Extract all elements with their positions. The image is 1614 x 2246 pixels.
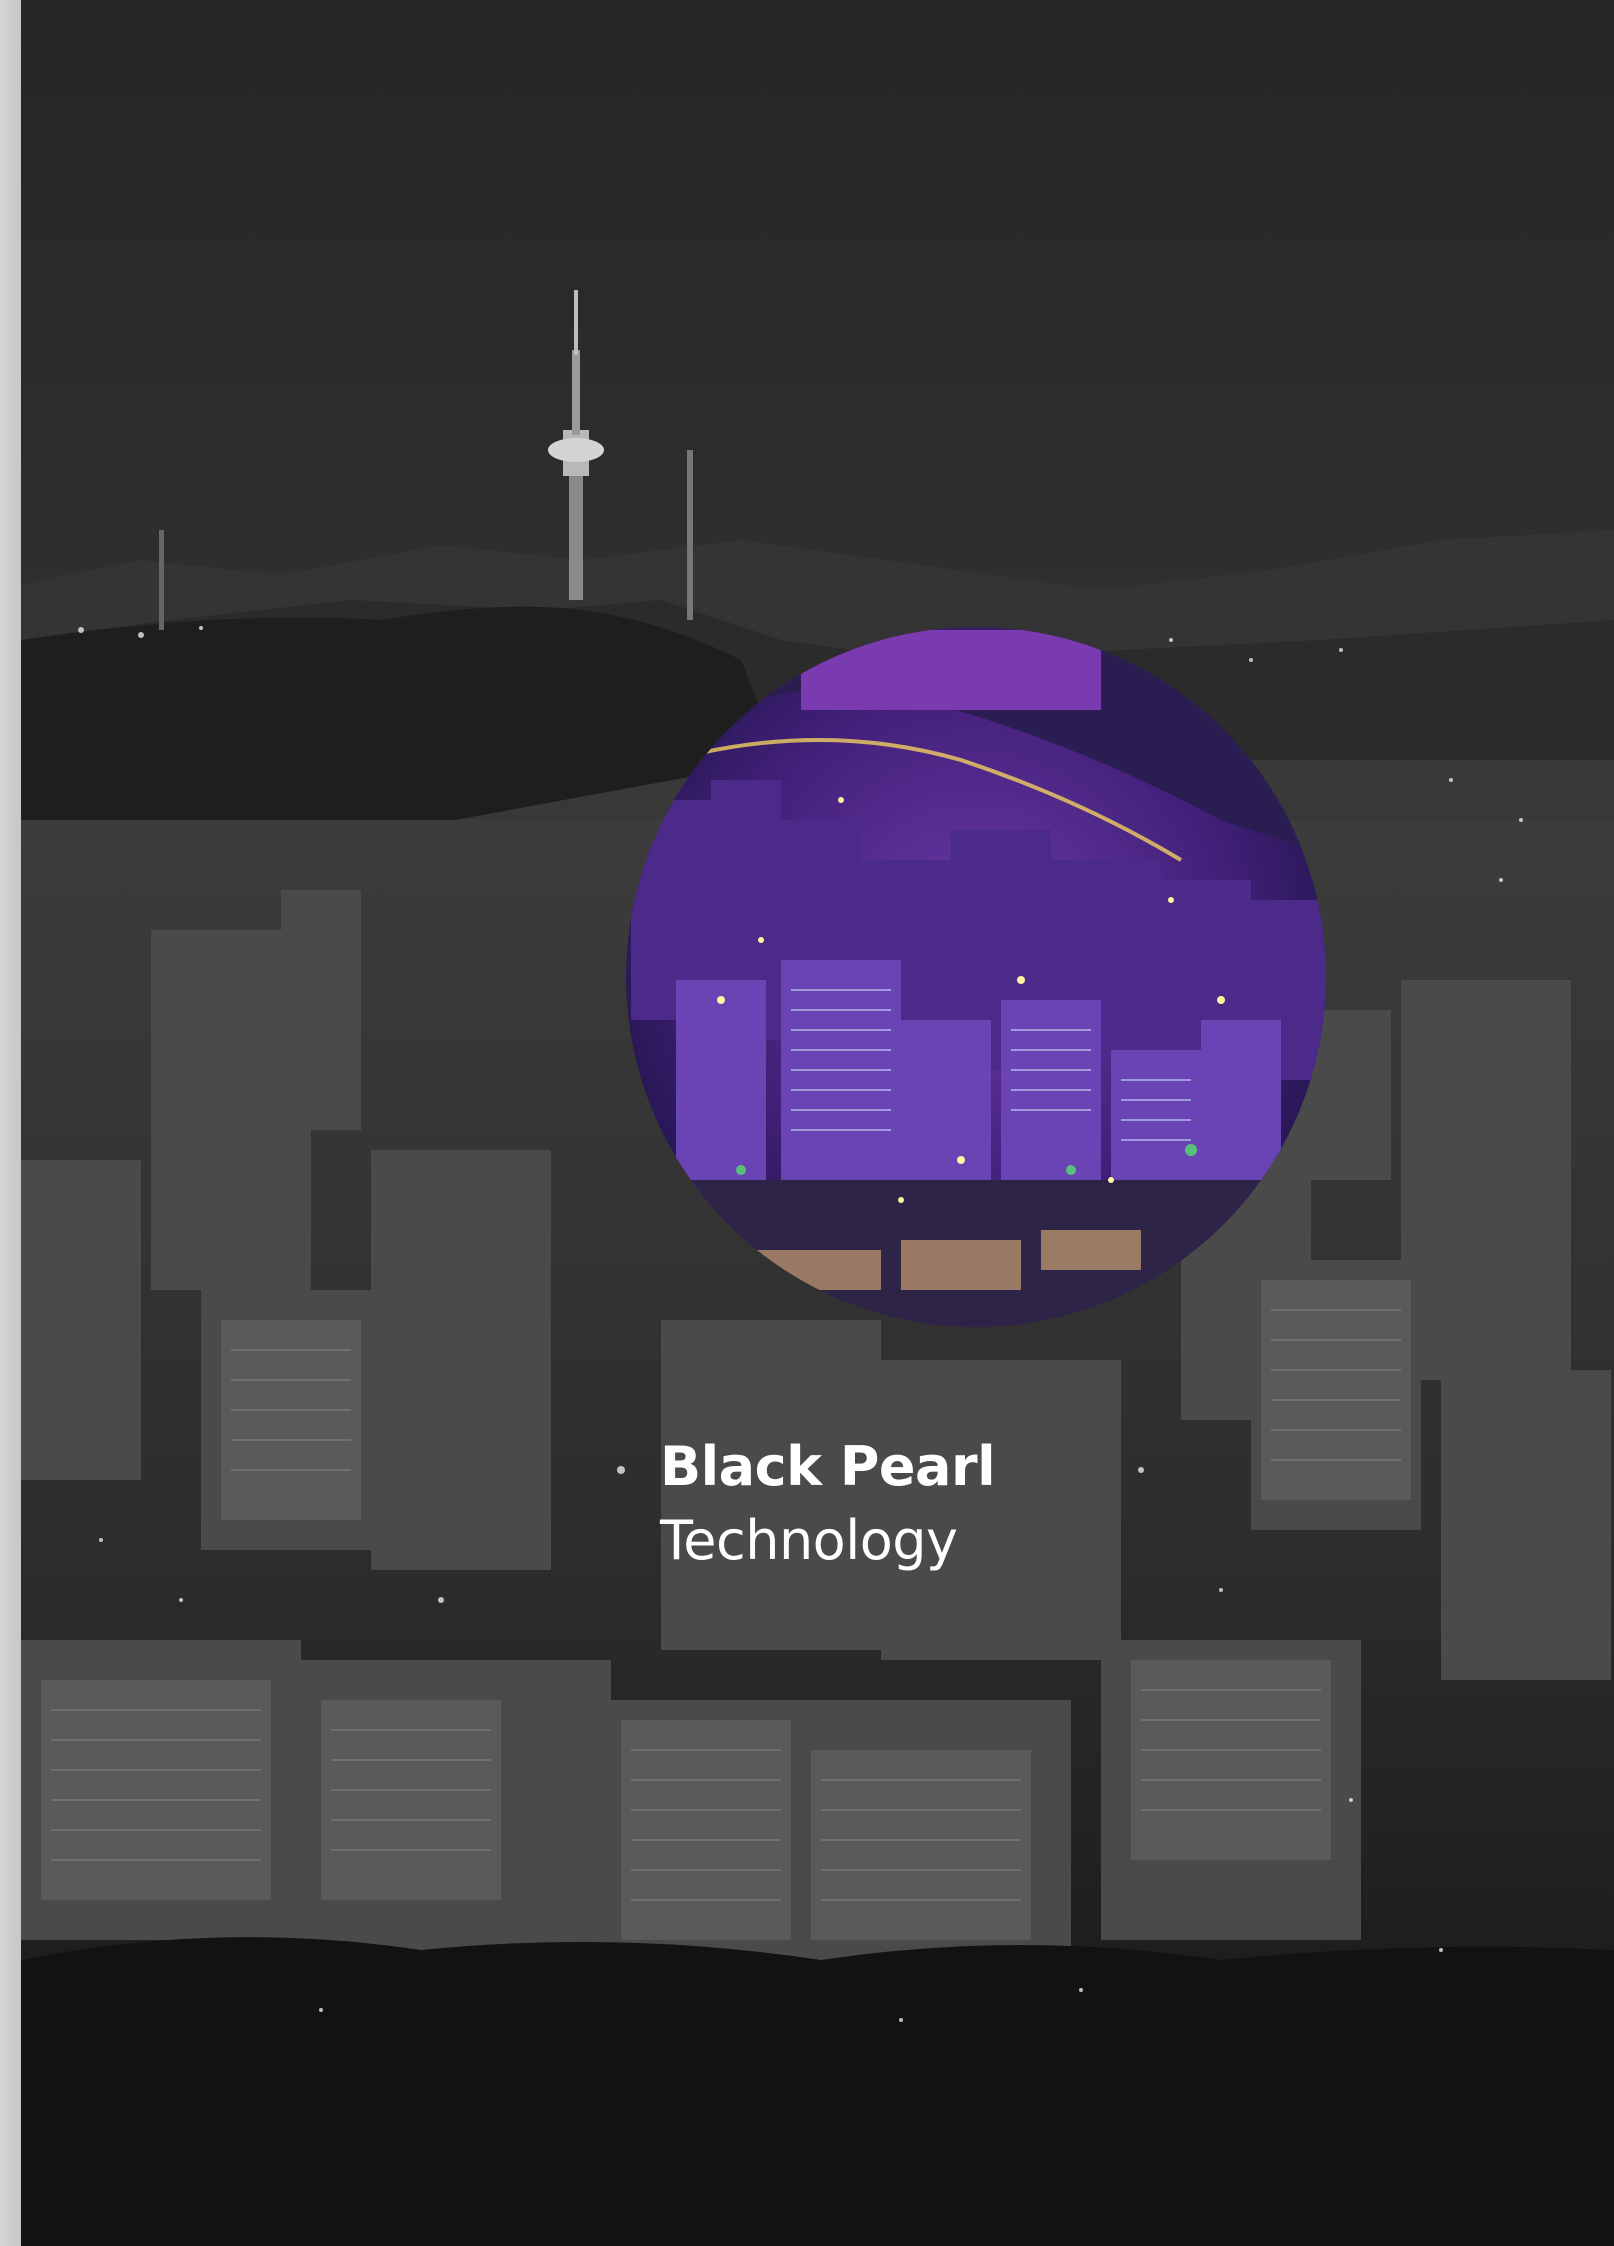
brand-subtitle: Technology [660,1509,958,1572]
city-night-photo [21,0,1614,2246]
brand-name: Black Pearl [660,1435,996,1498]
brochure-cover: Black Pearl Technology [0,0,1614,2246]
page-spine [0,0,21,2246]
cover-title-block: Black Pearl Technology [660,1432,1080,1576]
